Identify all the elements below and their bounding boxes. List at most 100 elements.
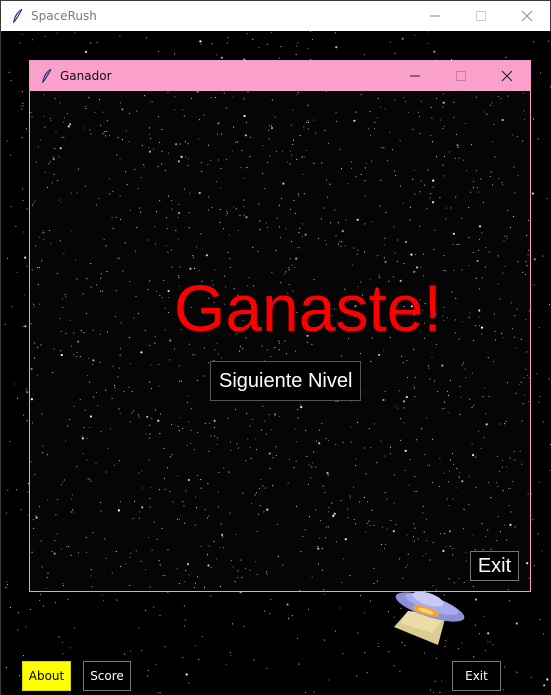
star: [296, 441, 298, 443]
close-button[interactable]: [504, 1, 550, 31]
star: [242, 348, 244, 350]
star: [492, 184, 494, 186]
star: [468, 206, 470, 208]
star: [434, 680, 436, 682]
star: [448, 412, 450, 414]
star: [61, 136, 63, 138]
star: [421, 428, 423, 430]
star: [264, 610, 266, 612]
star: [299, 227, 301, 229]
minimize-button[interactable]: [412, 1, 458, 31]
star: [230, 449, 232, 452]
star: [337, 401, 339, 403]
star: [325, 91, 327, 93]
star: [169, 339, 172, 342]
star: [364, 180, 366, 182]
star: [443, 306, 445, 308]
star: [72, 511, 74, 513]
star: [242, 492, 244, 494]
star: [449, 459, 451, 461]
star: [328, 679, 330, 681]
star: [442, 101, 445, 104]
star: [278, 349, 280, 351]
main-titlebar[interactable]: SpaceRush: [1, 1, 550, 31]
dialog-maximize-button[interactable]: [438, 61, 484, 91]
star: [414, 475, 416, 478]
star: [422, 512, 424, 514]
star: [458, 157, 460, 159]
star: [430, 193, 432, 195]
star: [453, 101, 455, 103]
star: [116, 154, 118, 156]
star: [502, 184, 504, 186]
star: [17, 629, 19, 631]
star: [514, 336, 516, 338]
dialog-minimize-button[interactable]: [392, 61, 438, 91]
star: [136, 110, 138, 112]
exit-button[interactable]: Exit: [452, 661, 501, 691]
star: [355, 458, 357, 460]
star: [540, 72, 542, 74]
star: [403, 97, 405, 99]
star: [54, 147, 56, 149]
next-level-button[interactable]: Siguiente Nivel: [210, 361, 362, 401]
star: [502, 459, 504, 462]
star: [39, 139, 42, 141]
star: [239, 214, 241, 216]
star: [459, 386, 461, 388]
dialog-titlebar[interactable]: Ganador: [30, 61, 530, 91]
star: [509, 457, 511, 459]
star: [111, 398, 113, 400]
star: [414, 34, 416, 36]
star: [364, 447, 366, 449]
star: [334, 32, 336, 34]
star: [235, 208, 237, 210]
star: [275, 250, 277, 252]
star: [268, 129, 270, 131]
star: [79, 399, 81, 401]
star: [254, 494, 256, 496]
star: [546, 678, 549, 681]
star: [230, 559, 232, 561]
score-button[interactable]: Score: [83, 661, 131, 691]
star: [389, 41, 391, 43]
star: [151, 549, 153, 551]
star: [167, 296, 169, 299]
star: [196, 576, 199, 578]
star: [15, 226, 17, 228]
star: [474, 624, 476, 626]
star: [216, 443, 218, 446]
star: [428, 367, 430, 369]
star: [304, 691, 307, 693]
star: [353, 518, 355, 521]
star: [73, 354, 75, 356]
star: [539, 619, 541, 621]
star: [503, 240, 505, 242]
star: [305, 149, 307, 152]
star: [111, 572, 113, 574]
dialog-exit-button[interactable]: Exit: [470, 551, 519, 581]
star: [226, 42, 228, 44]
star: [475, 486, 477, 488]
star: [520, 338, 522, 340]
star: [504, 524, 506, 526]
about-button[interactable]: About: [22, 661, 71, 691]
maximize-button[interactable]: [458, 1, 504, 31]
star: [105, 245, 107, 247]
star: [435, 589, 437, 591]
star: [446, 498, 448, 500]
star: [313, 162, 315, 164]
star: [461, 364, 463, 366]
star: [294, 428, 296, 430]
dialog-close-button[interactable]: [484, 61, 530, 91]
star: [414, 193, 416, 195]
star: [148, 127, 151, 129]
star: [17, 397, 19, 399]
star: [155, 243, 157, 245]
star: [214, 97, 216, 99]
star: [36, 374, 38, 376]
star: [147, 669, 149, 671]
star: [429, 464, 431, 466]
star: [281, 198, 283, 200]
star: [148, 150, 152, 153]
